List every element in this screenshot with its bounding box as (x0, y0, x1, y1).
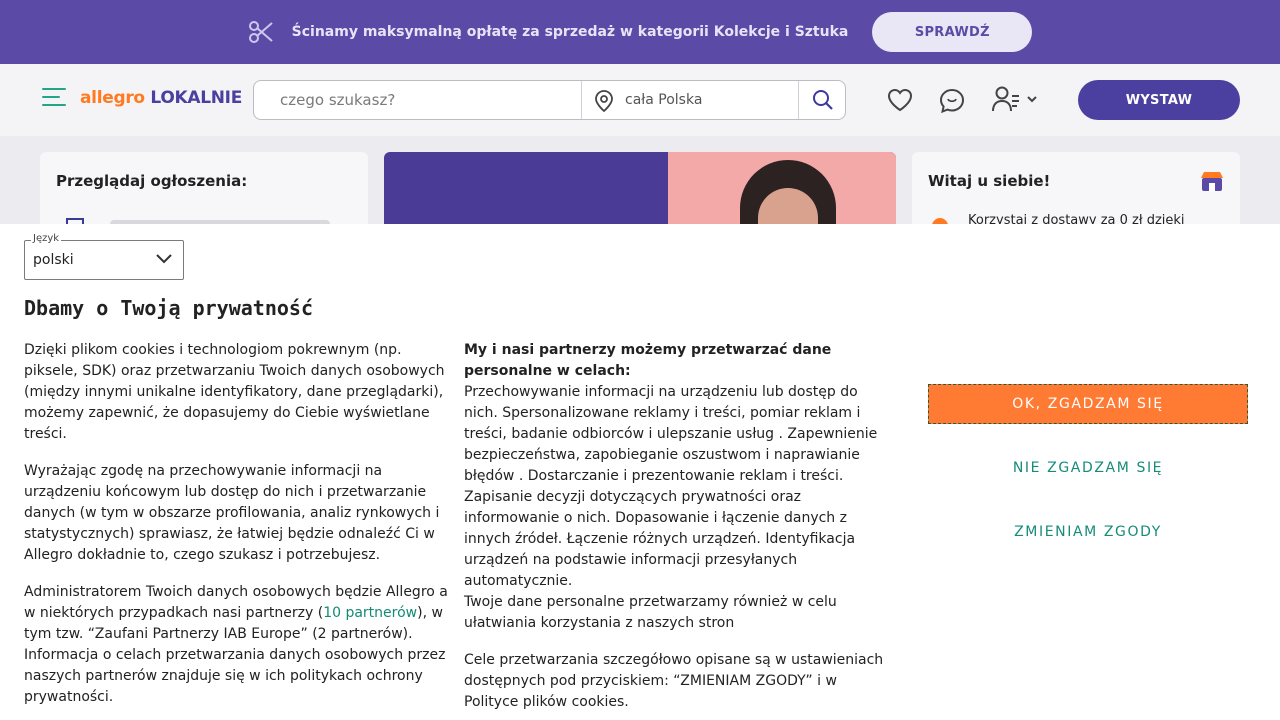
consent-paragraph: Administratorem Twoich danych osobowych … (24, 584, 448, 705)
partners-link[interactable]: 10 partnerów (323, 605, 417, 621)
browse-title: Przeglądaj ogłoszenia: (56, 172, 248, 190)
heart-icon[interactable] (887, 88, 913, 112)
consent-title: Dbamy o Twoją prywatność (24, 296, 313, 320)
purposes-extra: Twoje dane personalne przetwarzamy równi… (464, 594, 837, 631)
promo-banner: Ścinamy maksymalną opłatę za sprzedaż w … (0, 0, 1280, 64)
post-listing-button[interactable]: WYSTAW (1078, 80, 1240, 120)
promo-text: Ścinamy maksymalną opłatę za sprzedaż w … (291, 24, 849, 40)
consent-purposes: My i nasi partnerzy możemy przetwarzać d… (464, 340, 894, 720)
chevron-down-icon (156, 254, 172, 264)
purposes-heading: My i nasi partnerzy możemy przetwarzać d… (464, 342, 832, 379)
location-field[interactable]: cała Polska (625, 92, 702, 108)
shop-icon (1201, 172, 1223, 191)
consent-paragraph: Dzięki plikom cookies i technologiom pok… (24, 342, 445, 442)
cookie-consent-panel: Język polski Dbamy o Twoją prywatność Dz… (0, 224, 1280, 720)
language-select[interactable]: Język polski (24, 233, 184, 280)
change-consents-button[interactable]: ZMIENIAM ZGODY (928, 512, 1248, 552)
consent-description: Dzięki plikom cookies i technologiom pok… (24, 340, 452, 720)
language-label: Język (31, 233, 62, 244)
user-account-icon[interactable] (991, 85, 1039, 113)
chevron-down-icon (1027, 96, 1037, 103)
purposes-list: Przechowywanie informacji na urządzeniu … (464, 384, 878, 589)
chat-icon[interactable] (939, 88, 965, 114)
language-value: polski (33, 252, 74, 268)
search-bar: cała Polska (253, 80, 846, 120)
search-button[interactable] (798, 81, 846, 119)
menu-icon[interactable] (42, 88, 66, 108)
search-icon (812, 90, 833, 110)
location-pin-icon (595, 90, 613, 112)
purposes-details: Cele przetwarzania szczegółowo opisane s… (464, 652, 884, 710)
consent-paragraph: Wyrażając zgodę na przechowywanie inform… (24, 463, 440, 563)
welcome-title: Witaj u siebie! (928, 172, 1051, 190)
reject-button[interactable]: NIE ZGADZAM SIĘ (928, 448, 1248, 488)
scissors-icon (248, 21, 273, 43)
accept-button[interactable]: OK, ZGADZAM SIĘ (928, 384, 1248, 424)
promo-check-button[interactable]: SPRAWDŹ (872, 12, 1033, 52)
search-input[interactable] (254, 81, 581, 119)
logo[interactable]: allegro LOKALNIE (80, 88, 242, 108)
